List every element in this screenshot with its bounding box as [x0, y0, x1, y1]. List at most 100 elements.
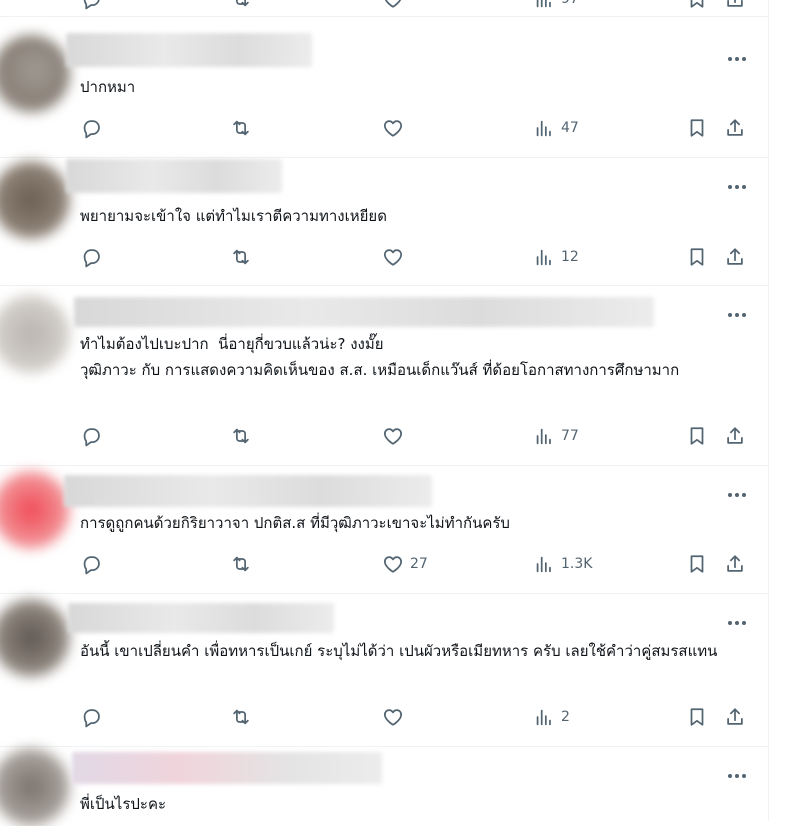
- tweet-item[interactable]: ปากหมา 47: [0, 17, 768, 158]
- like-button[interactable]: [382, 242, 404, 272]
- share-button[interactable]: [724, 0, 746, 14]
- share-button[interactable]: [724, 549, 746, 579]
- share-button[interactable]: [724, 242, 746, 272]
- views-icon: [536, 0, 551, 8]
- views-button[interactable]: 47: [533, 113, 579, 143]
- views-icon: [536, 249, 551, 266]
- retweet-icon: [236, 0, 249, 7]
- bookmark-button[interactable]: [686, 242, 708, 272]
- user-name-redacted: [64, 475, 432, 507]
- avatar[interactable]: [0, 599, 70, 677]
- share-button[interactable]: [724, 113, 746, 143]
- share-button[interactable]: [724, 421, 746, 451]
- reply-button[interactable]: [80, 113, 102, 143]
- reply-button[interactable]: [80, 421, 102, 451]
- views-icon: [536, 428, 551, 445]
- more-icon: [728, 185, 732, 189]
- more-button[interactable]: [722, 766, 752, 786]
- more-icon: [728, 313, 732, 317]
- like-button[interactable]: [382, 113, 404, 143]
- like-button[interactable]: [382, 0, 404, 14]
- tweet-item[interactable]: ทำไมต้องไปเบะปาก นี่อายุกี่ขวบแล้วน่ะ? ง…: [0, 285, 768, 466]
- heart-icon: [384, 0, 402, 8]
- share-icon: [727, 248, 743, 265]
- avatar[interactable]: [0, 161, 70, 239]
- retweet-button[interactable]: [230, 421, 252, 451]
- more-button[interactable]: [722, 305, 752, 325]
- views-button[interactable]: 77: [533, 421, 579, 451]
- like-button[interactable]: [382, 421, 404, 451]
- avatar[interactable]: [0, 295, 70, 373]
- tweet-text: อันนี้ เขาเปลี่ยนคำ เพื่อทหารเป็นเกย์ ระ…: [80, 642, 718, 660]
- reply-icon: [83, 709, 100, 728]
- views-count: 77: [561, 428, 579, 444]
- tweet-item[interactable]: การดูถูกคนด้วยกิริยาวาจา ปกติส.ส ที่มีวุ…: [0, 465, 768, 594]
- views-button[interactable]: 12: [533, 242, 579, 272]
- bookmark-button[interactable]: [686, 421, 708, 451]
- tweet-item[interactable]: อันนี้ เขาเปลี่ยนคำ เพื่อทหารเป็นเกย์ ระ…: [0, 593, 768, 747]
- retweet-icon: [233, 428, 249, 444]
- retweet-button[interactable]: [230, 702, 252, 732]
- reply-icon: [83, 556, 100, 575]
- tweet-text: พยายามจะเข้าใจ แต่ทำไมเราตีความทางเหยียด: [80, 207, 387, 225]
- bookmark-icon: [690, 555, 704, 573]
- more-icon: [728, 621, 732, 625]
- bookmark-icon: [690, 248, 704, 266]
- retweet-button[interactable]: [230, 242, 252, 272]
- retweet-icon: [233, 709, 249, 725]
- tweet-text: การดูถูกคนด้วยกิริยาวาจา ปกติส.ส ที่มีวุ…: [80, 514, 510, 532]
- tweet-text: ทำไมต้องไปเบะปาก นี่อายุกี่ขวบแล้วน่ะ? ง…: [80, 335, 680, 379]
- reply-button[interactable]: [80, 242, 102, 272]
- views-count: 12: [561, 249, 579, 265]
- tweet-item[interactable]: พี่เป็นไรปะคะ: [0, 746, 768, 826]
- tweet-text: พี่เป็นไรปะคะ: [80, 795, 167, 813]
- tweet-item[interactable]: 97: [0, 0, 768, 17]
- avatar[interactable]: [0, 748, 70, 826]
- views-button[interactable]: 1.3K: [533, 549, 592, 579]
- views-icon: [536, 709, 551, 726]
- reply-button[interactable]: [80, 0, 102, 14]
- views-button[interactable]: 97: [533, 0, 579, 14]
- heart-icon: [383, 120, 403, 137]
- more-button[interactable]: [722, 613, 752, 633]
- views-icon: [536, 556, 551, 573]
- bookmark-button[interactable]: [686, 0, 708, 14]
- views-button[interactable]: 2: [533, 702, 570, 732]
- retweet-button[interactable]: [230, 549, 252, 579]
- reply-button[interactable]: [80, 702, 102, 732]
- tweet-text: ปากหมา: [80, 78, 136, 96]
- more-button[interactable]: [722, 49, 752, 69]
- tweet-actions: 77: [80, 421, 760, 451]
- reply-button[interactable]: [80, 549, 102, 579]
- retweet-icon: [233, 556, 249, 572]
- like-button[interactable]: [382, 702, 404, 732]
- retweet-button[interactable]: [230, 113, 252, 143]
- more-icon: [728, 774, 732, 778]
- share-button[interactable]: [724, 702, 746, 732]
- avatar[interactable]: [0, 471, 70, 549]
- share-icon: [727, 708, 743, 725]
- retweet-icon: [233, 249, 249, 265]
- heart-icon: [383, 556, 403, 573]
- more-button[interactable]: [722, 177, 752, 197]
- more-icon: [728, 493, 732, 497]
- like-button[interactable]: 27: [382, 549, 428, 579]
- views-count: 97: [561, 0, 579, 7]
- bookmark-button[interactable]: [686, 702, 708, 732]
- tweet-actions: 12: [80, 242, 760, 272]
- share-icon: [727, 427, 743, 444]
- reply-icon: [83, 0, 100, 10]
- tweet-item[interactable]: พยายามจะเข้าใจ แต่ทำไมเราตีความทางเหยียด…: [0, 157, 768, 286]
- more-button[interactable]: [722, 485, 752, 505]
- bookmark-button[interactable]: [686, 549, 708, 579]
- avatar[interactable]: [0, 35, 70, 113]
- bookmark-button[interactable]: [686, 113, 708, 143]
- retweet-button[interactable]: [230, 0, 252, 14]
- retweet-icon: [233, 120, 249, 136]
- views-count: 47: [561, 120, 579, 136]
- tweet-actions: 47: [80, 113, 760, 143]
- user-name-redacted: [74, 297, 654, 327]
- heart-icon: [383, 428, 403, 445]
- reply-icon: [83, 428, 100, 447]
- tweet-actions: 2: [80, 702, 760, 732]
